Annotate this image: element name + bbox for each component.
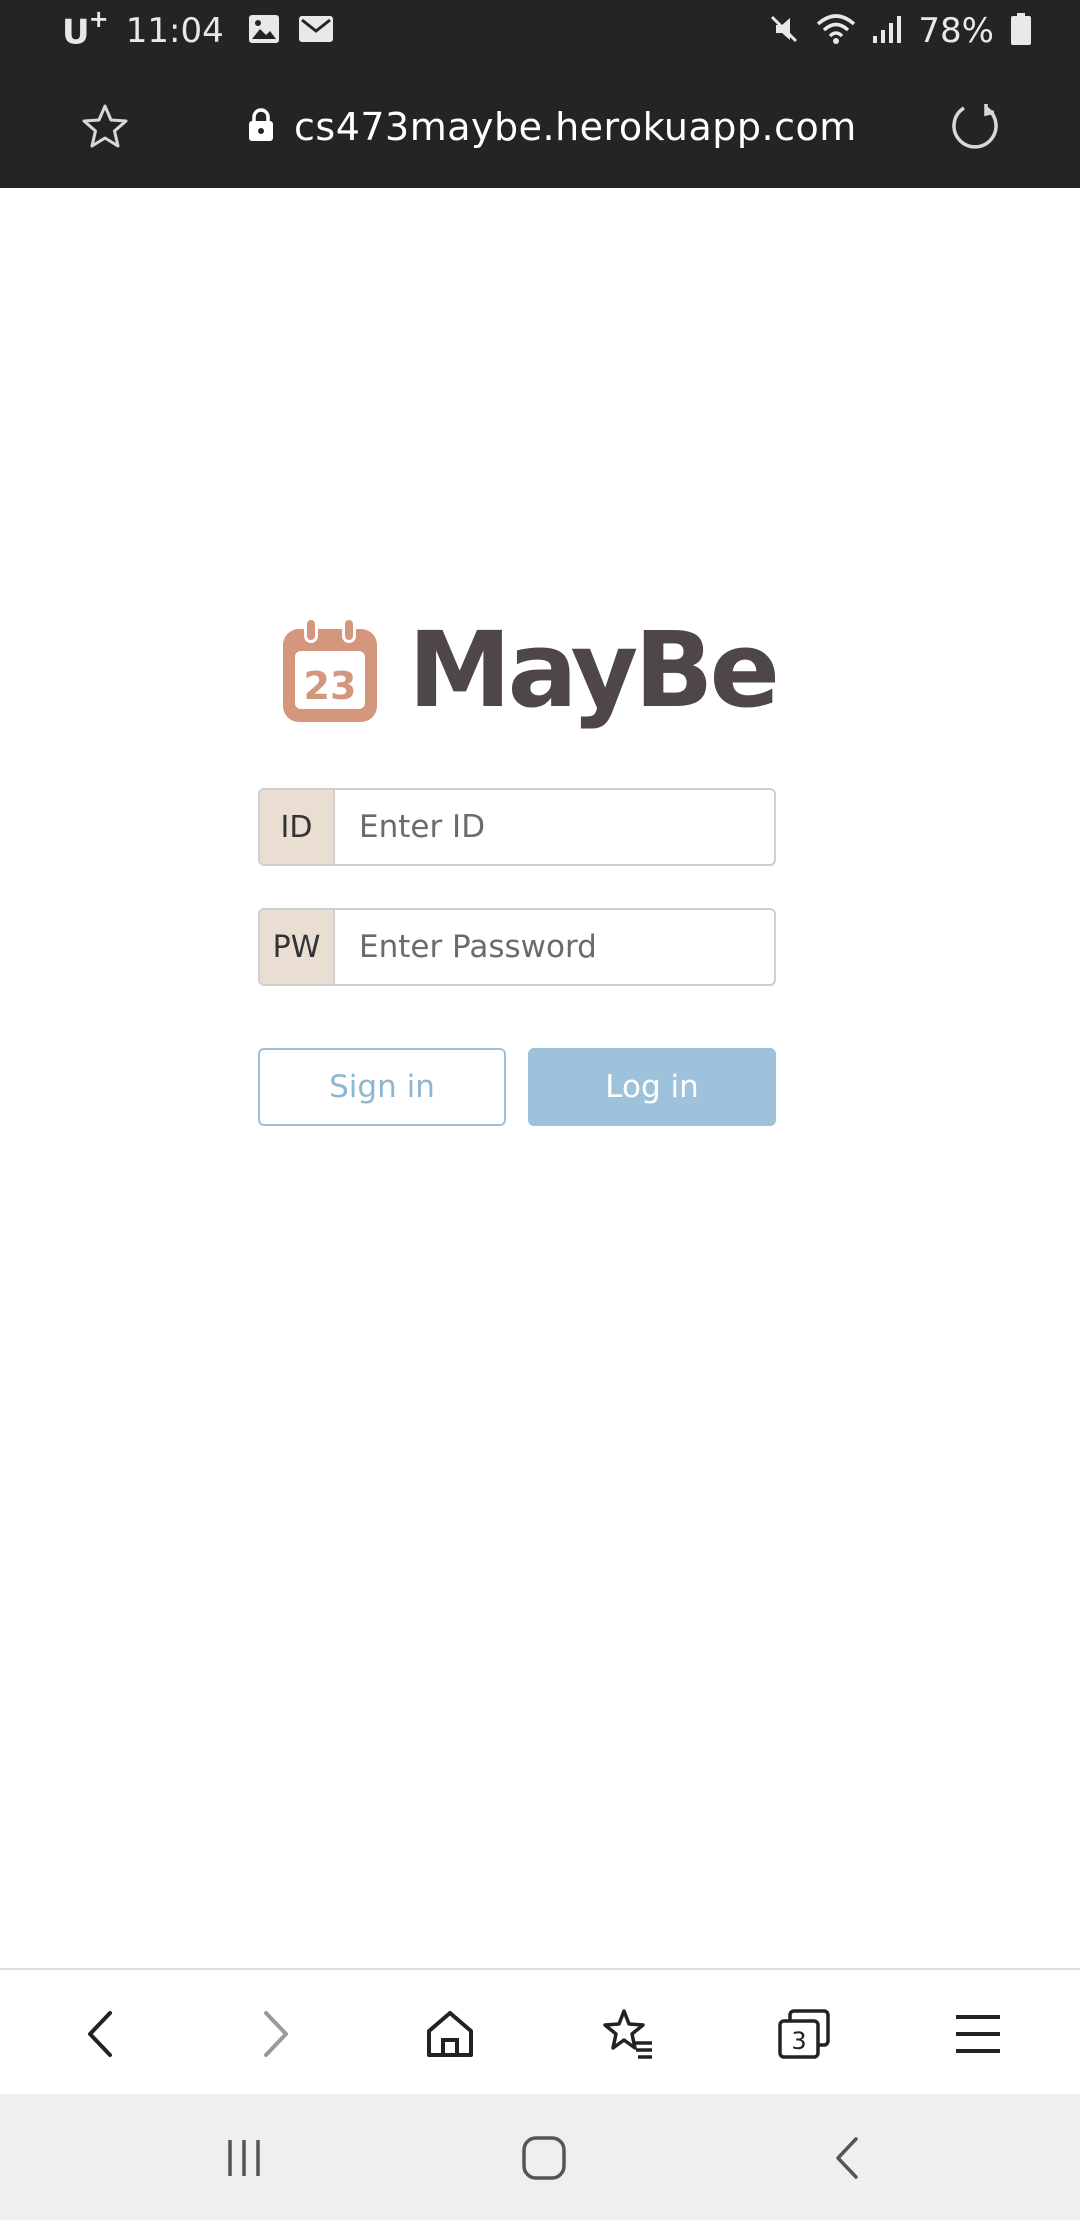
- mail-icon: [298, 15, 334, 47]
- lock-icon: [246, 107, 276, 147]
- carrier-label: U+: [62, 5, 109, 53]
- calendar-icon: 23: [280, 615, 380, 725]
- password-input[interactable]: [335, 910, 774, 984]
- system-back-icon[interactable]: [818, 2130, 878, 2186]
- calendar-day: 23: [304, 664, 357, 708]
- status-time: 11:04: [125, 11, 224, 51]
- home-icon[interactable]: [418, 2002, 482, 2066]
- reload-icon[interactable]: [948, 100, 1002, 154]
- tabs-icon[interactable]: 3: [772, 2002, 836, 2066]
- browser-toolbar: cs473maybe.herokuapp.com: [0, 62, 1080, 188]
- browser-bottom-nav: 3: [0, 1968, 1080, 2096]
- address-bar[interactable]: cs473maybe.herokuapp.com: [246, 92, 857, 162]
- battery-icon: [1010, 12, 1032, 50]
- sign-in-button[interactable]: Sign in: [258, 1048, 506, 1126]
- pw-field: PW: [258, 908, 776, 986]
- id-label: ID: [260, 790, 335, 864]
- back-icon[interactable]: [68, 2002, 132, 2066]
- log-in-button[interactable]: Log in: [528, 1048, 776, 1126]
- recent-apps-icon[interactable]: [214, 2130, 274, 2186]
- status-bar: U+ 11:04 78%: [0, 0, 1080, 62]
- id-field: ID: [258, 788, 776, 866]
- star-icon[interactable]: [80, 102, 130, 152]
- bookmarks-icon[interactable]: [596, 2002, 660, 2066]
- image-icon: [248, 14, 280, 48]
- signal-icon: [872, 14, 902, 48]
- url-text[interactable]: cs473maybe.herokuapp.com: [294, 105, 857, 149]
- forward-icon[interactable]: [244, 2002, 308, 2066]
- id-input[interactable]: [335, 790, 774, 864]
- mute-icon: [768, 13, 800, 49]
- menu-icon[interactable]: [946, 2002, 1010, 2066]
- wifi-icon: [816, 12, 856, 50]
- app-logo: 23 MayBe: [280, 609, 780, 731]
- tabs-count: 3: [791, 2027, 806, 2055]
- pw-label: PW: [260, 910, 335, 984]
- brand-name: MayBe: [408, 609, 780, 731]
- battery-percent: 78%: [918, 11, 994, 51]
- system-nav-bar: [0, 2094, 1080, 2220]
- home-circle-icon[interactable]: [514, 2130, 574, 2186]
